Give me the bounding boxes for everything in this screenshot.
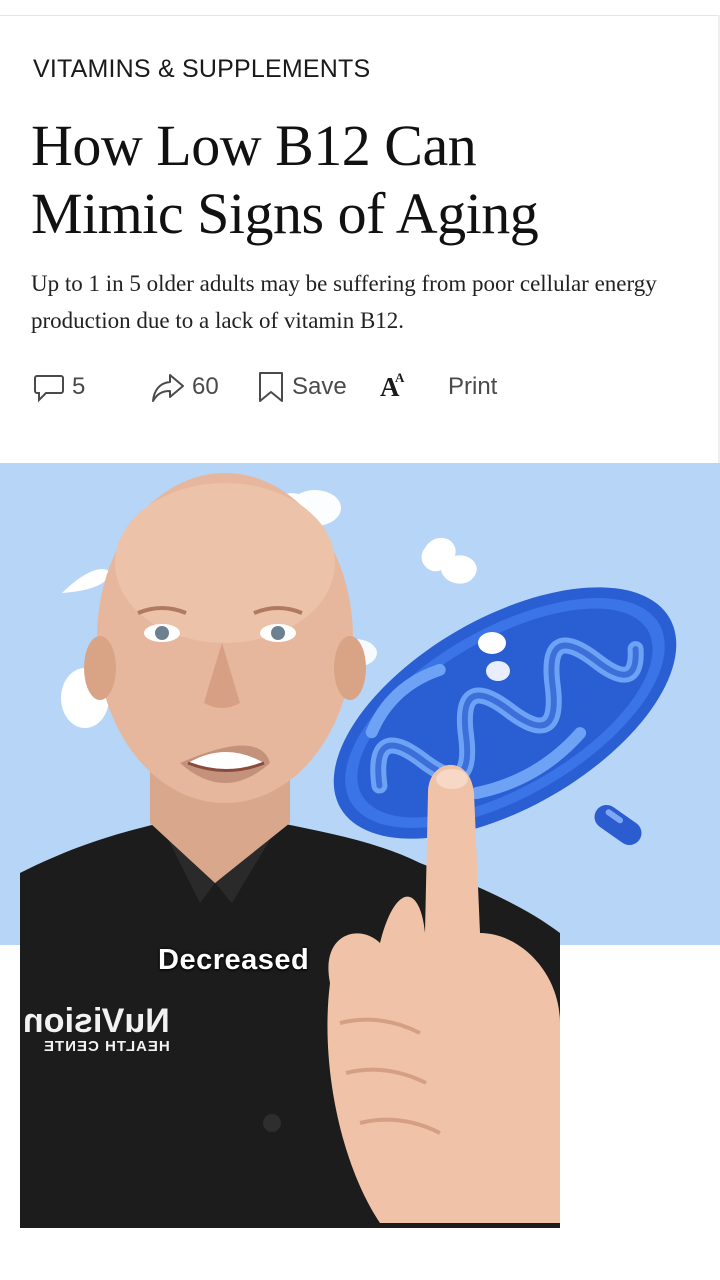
print-button[interactable]: Print [448, 366, 497, 408]
share-arrow-icon [150, 370, 186, 404]
article-category-link[interactable]: VITAMINS & SUPPLEMENTS [33, 55, 370, 84]
save-button[interactable]: Save [256, 366, 347, 408]
article-actions-bar: 5 60 Save AA Print [30, 366, 550, 408]
comments-count: 5 [72, 373, 86, 400]
bookmark-icon [256, 370, 286, 404]
article-dek: Up to 1 in 5 older adults may be sufferi… [31, 271, 657, 333]
comments-button[interactable]: 5 [32, 366, 85, 408]
font-size-icon: AA [380, 370, 404, 403]
hero-illustration [0, 463, 720, 945]
article-headline: How Low B12 Can Mimic Signs of Aging [31, 112, 691, 248]
share-button[interactable]: 60 [150, 366, 219, 408]
top-divider [0, 15, 720, 16]
shares-count: 60 [192, 373, 219, 400]
headline-line-1: How Low B12 Can [31, 113, 477, 178]
headline-line-2: Mimic Signs of Aging [31, 181, 539, 246]
text-size-button[interactable]: AA [380, 366, 404, 408]
print-label: Print [448, 373, 498, 400]
shirt-logo-main: NuVision [23, 1002, 170, 1040]
shirt-logo: NuVision HEALTH CENTE [20, 1002, 170, 1064]
video-caption: Decreased [158, 944, 310, 976]
font-size-glyph-small: A [395, 369, 405, 385]
shirt-logo-sub: HEALTH CENTE [43, 1038, 170, 1055]
save-label: Save [292, 373, 347, 400]
speech-bubble-icon [32, 370, 66, 404]
